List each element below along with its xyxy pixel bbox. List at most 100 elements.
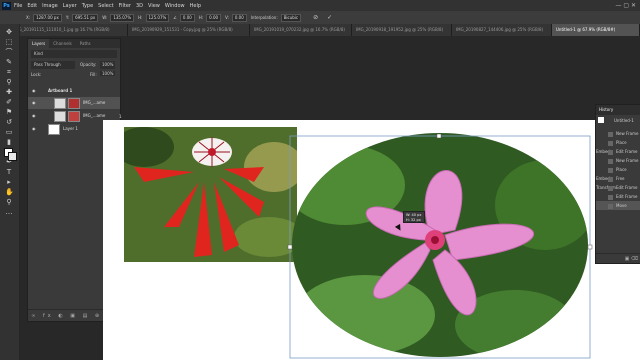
layer-filter[interactable]: Kind (31, 50, 117, 58)
visibility-eye-icon[interactable]: ◉ (32, 123, 36, 135)
blend-mode-select[interactable]: Pass Through (31, 61, 75, 69)
history-step-icon (608, 176, 613, 182)
history-snapshot[interactable]: Untitled-1 (596, 116, 640, 125)
interpolation-select[interactable]: Bicubic (280, 13, 302, 22)
tab-doc-4[interactable]: IMG_20190918_191952.jpg @ 25% (RGB/8) (352, 24, 452, 36)
history-item[interactable]: New Frame (596, 129, 640, 138)
type-tool-icon[interactable]: T (5, 168, 13, 176)
history-step-icon (608, 167, 613, 173)
w-label: W: (102, 15, 108, 20)
visibility-eye-icon[interactable]: ◉ (32, 110, 36, 122)
eyedropper-tool-icon[interactable]: ⚲ (5, 78, 13, 86)
history-item-label: Edit Frame (616, 185, 638, 190)
tab-channels[interactable]: Channels (49, 39, 76, 48)
layer-name: IMG_...ame (83, 113, 106, 118)
background-color-swatch[interactable] (8, 152, 17, 161)
y-field[interactable]: 695.51 px (72, 13, 99, 22)
red-flower-image[interactable] (124, 127, 297, 262)
cancel-icon[interactable]: ⊘ (313, 14, 318, 21)
brush-tool-icon[interactable]: ✐ (5, 98, 13, 106)
history-brush-tool-icon[interactable]: ↺ (5, 118, 13, 126)
stamp-tool-icon[interactable]: ⚑ (5, 108, 13, 116)
opacity-label: Opacity: (80, 62, 97, 67)
menu-view[interactable]: View (148, 3, 160, 9)
tab-untitled-1[interactable]: Untitled-1 @ 67.9% (RGB/8#) (552, 24, 640, 36)
pink-flower-image[interactable] (285, 125, 600, 360)
lock-label: Lock: (31, 72, 42, 77)
opacity-field[interactable]: 100% (100, 61, 116, 69)
vskew-icon: V: (225, 15, 229, 20)
menu-select[interactable]: Select (98, 3, 113, 9)
menu-help[interactable]: Help (190, 3, 201, 9)
more-tools-icon[interactable]: … (5, 208, 13, 216)
quick-select-tool-icon[interactable]: ✎ (5, 58, 13, 66)
tab-doc-5[interactable]: IMG_20190827_144406.jpg @ 25% (RGB/8) (452, 24, 552, 36)
artboard-name: Artboard 1 (48, 88, 73, 93)
history-title: History (596, 105, 640, 115)
history-item[interactable]: Place Embed (596, 165, 640, 181)
hand-tool-icon[interactable]: ✋ (5, 188, 14, 196)
height-field[interactable]: 125.07% (145, 13, 170, 22)
layer-thumbnail (68, 111, 80, 122)
tab-paths[interactable]: Paths (76, 39, 95, 48)
kind-label: Kind (34, 51, 43, 56)
history-item-label: Move (616, 203, 627, 208)
history-item-label: New Frame (616, 158, 639, 163)
window-controls[interactable]: — ▢ ✕ (615, 2, 636, 9)
tooltip-height: H: 32 px (406, 218, 421, 222)
history-item[interactable]: New Frame (596, 156, 640, 165)
frame-thumbnail (54, 98, 66, 109)
history-item[interactable]: Place Embed (596, 138, 640, 154)
move-tool-icon[interactable]: ✥ (5, 28, 13, 36)
history-item[interactable]: Edit Frame (596, 192, 640, 201)
tab-layers[interactable]: Layers (28, 39, 50, 48)
marquee-tool-icon[interactable]: ⬚ (5, 38, 13, 46)
path-select-tool-icon[interactable]: ▸ (5, 178, 13, 186)
artboard-label: 1 (119, 114, 122, 119)
layer-name: Layer 1 (63, 126, 78, 131)
history-step-icon (608, 203, 613, 209)
fill-field[interactable]: 100% (100, 71, 116, 76)
layer-row-artboard[interactable]: ◉ Artboard 1 (28, 85, 120, 97)
history-item[interactable]: Edit Frame (596, 147, 640, 156)
document-tabs: IMG_20191115_111010_1.jpg @ 16.7% (RGB/8… (10, 24, 640, 36)
history-item-label: Edit Frame (616, 149, 638, 154)
menu-3d[interactable]: 3D (136, 3, 143, 9)
history-step-icon (608, 158, 613, 164)
gradient-tool-icon[interactable]: ▮ (5, 138, 13, 146)
history-item-selected[interactable]: Move (596, 201, 640, 210)
crop-tool-icon[interactable]: ⌗ (5, 68, 13, 76)
tab-doc-2[interactable]: IMG_20190929_151531 - Copy.jpg @ 25% (RG… (128, 24, 250, 36)
commit-icon[interactable]: ✓ (327, 14, 332, 21)
visibility-eye-icon[interactable]: ◉ (32, 97, 36, 109)
menu-image[interactable]: Image (42, 3, 58, 9)
zoom-tool-icon[interactable]: ⚲ (5, 198, 13, 206)
hskew-field[interactable]: 0.00 (206, 13, 222, 22)
menu-layer[interactable]: Layer (63, 3, 77, 9)
tab-doc-1[interactable]: IMG_20191115_111010_1.jpg @ 16.7% (RGB/8… (10, 24, 128, 36)
x-label: X: (26, 15, 31, 20)
eraser-tool-icon[interactable]: ▭ (5, 128, 13, 136)
snapshot-label: Untitled-1 (614, 118, 634, 123)
tools-panel: ✥ ⬚ ⌒ ✎ ⌗ ⚲ ✚ ✐ ⚑ ↺ ▭ ▮ ● ✒ T ▸ ✋ ⚲ … (0, 24, 20, 360)
angle-icon: ∠ (173, 15, 177, 20)
menu-window[interactable]: Window (165, 3, 185, 9)
menu-filter[interactable]: Filter (119, 3, 131, 9)
angle-field[interactable]: 0.00 (179, 13, 195, 22)
history-item[interactable]: Edit Frame (596, 183, 640, 192)
vskew-field[interactable]: 0.00 (231, 13, 247, 22)
frame-thumbnail (54, 111, 66, 122)
history-item[interactable]: Free Transform (596, 174, 640, 190)
red-flower-photo (124, 127, 297, 262)
menu-edit[interactable]: Edit (27, 3, 37, 9)
lasso-tool-icon[interactable]: ⌒ (5, 48, 13, 56)
visibility-eye-icon[interactable]: ◉ (32, 85, 36, 97)
menu-file[interactable]: File (14, 3, 22, 9)
tab-doc-3[interactable]: IMG_20191019_070232.jpg @ 16.7% (RGB/8) (250, 24, 352, 36)
history-actions[interactable]: ▣ ⌫ (596, 253, 640, 263)
width-field[interactable]: 135.07% (110, 13, 135, 22)
menu-type[interactable]: Type (82, 3, 93, 9)
layer-row-frame-1[interactable]: ◉ IMG_...ame (28, 97, 120, 109)
healing-tool-icon[interactable]: ✚ (5, 88, 13, 96)
x-field[interactable]: 1287.00 px (33, 13, 62, 22)
